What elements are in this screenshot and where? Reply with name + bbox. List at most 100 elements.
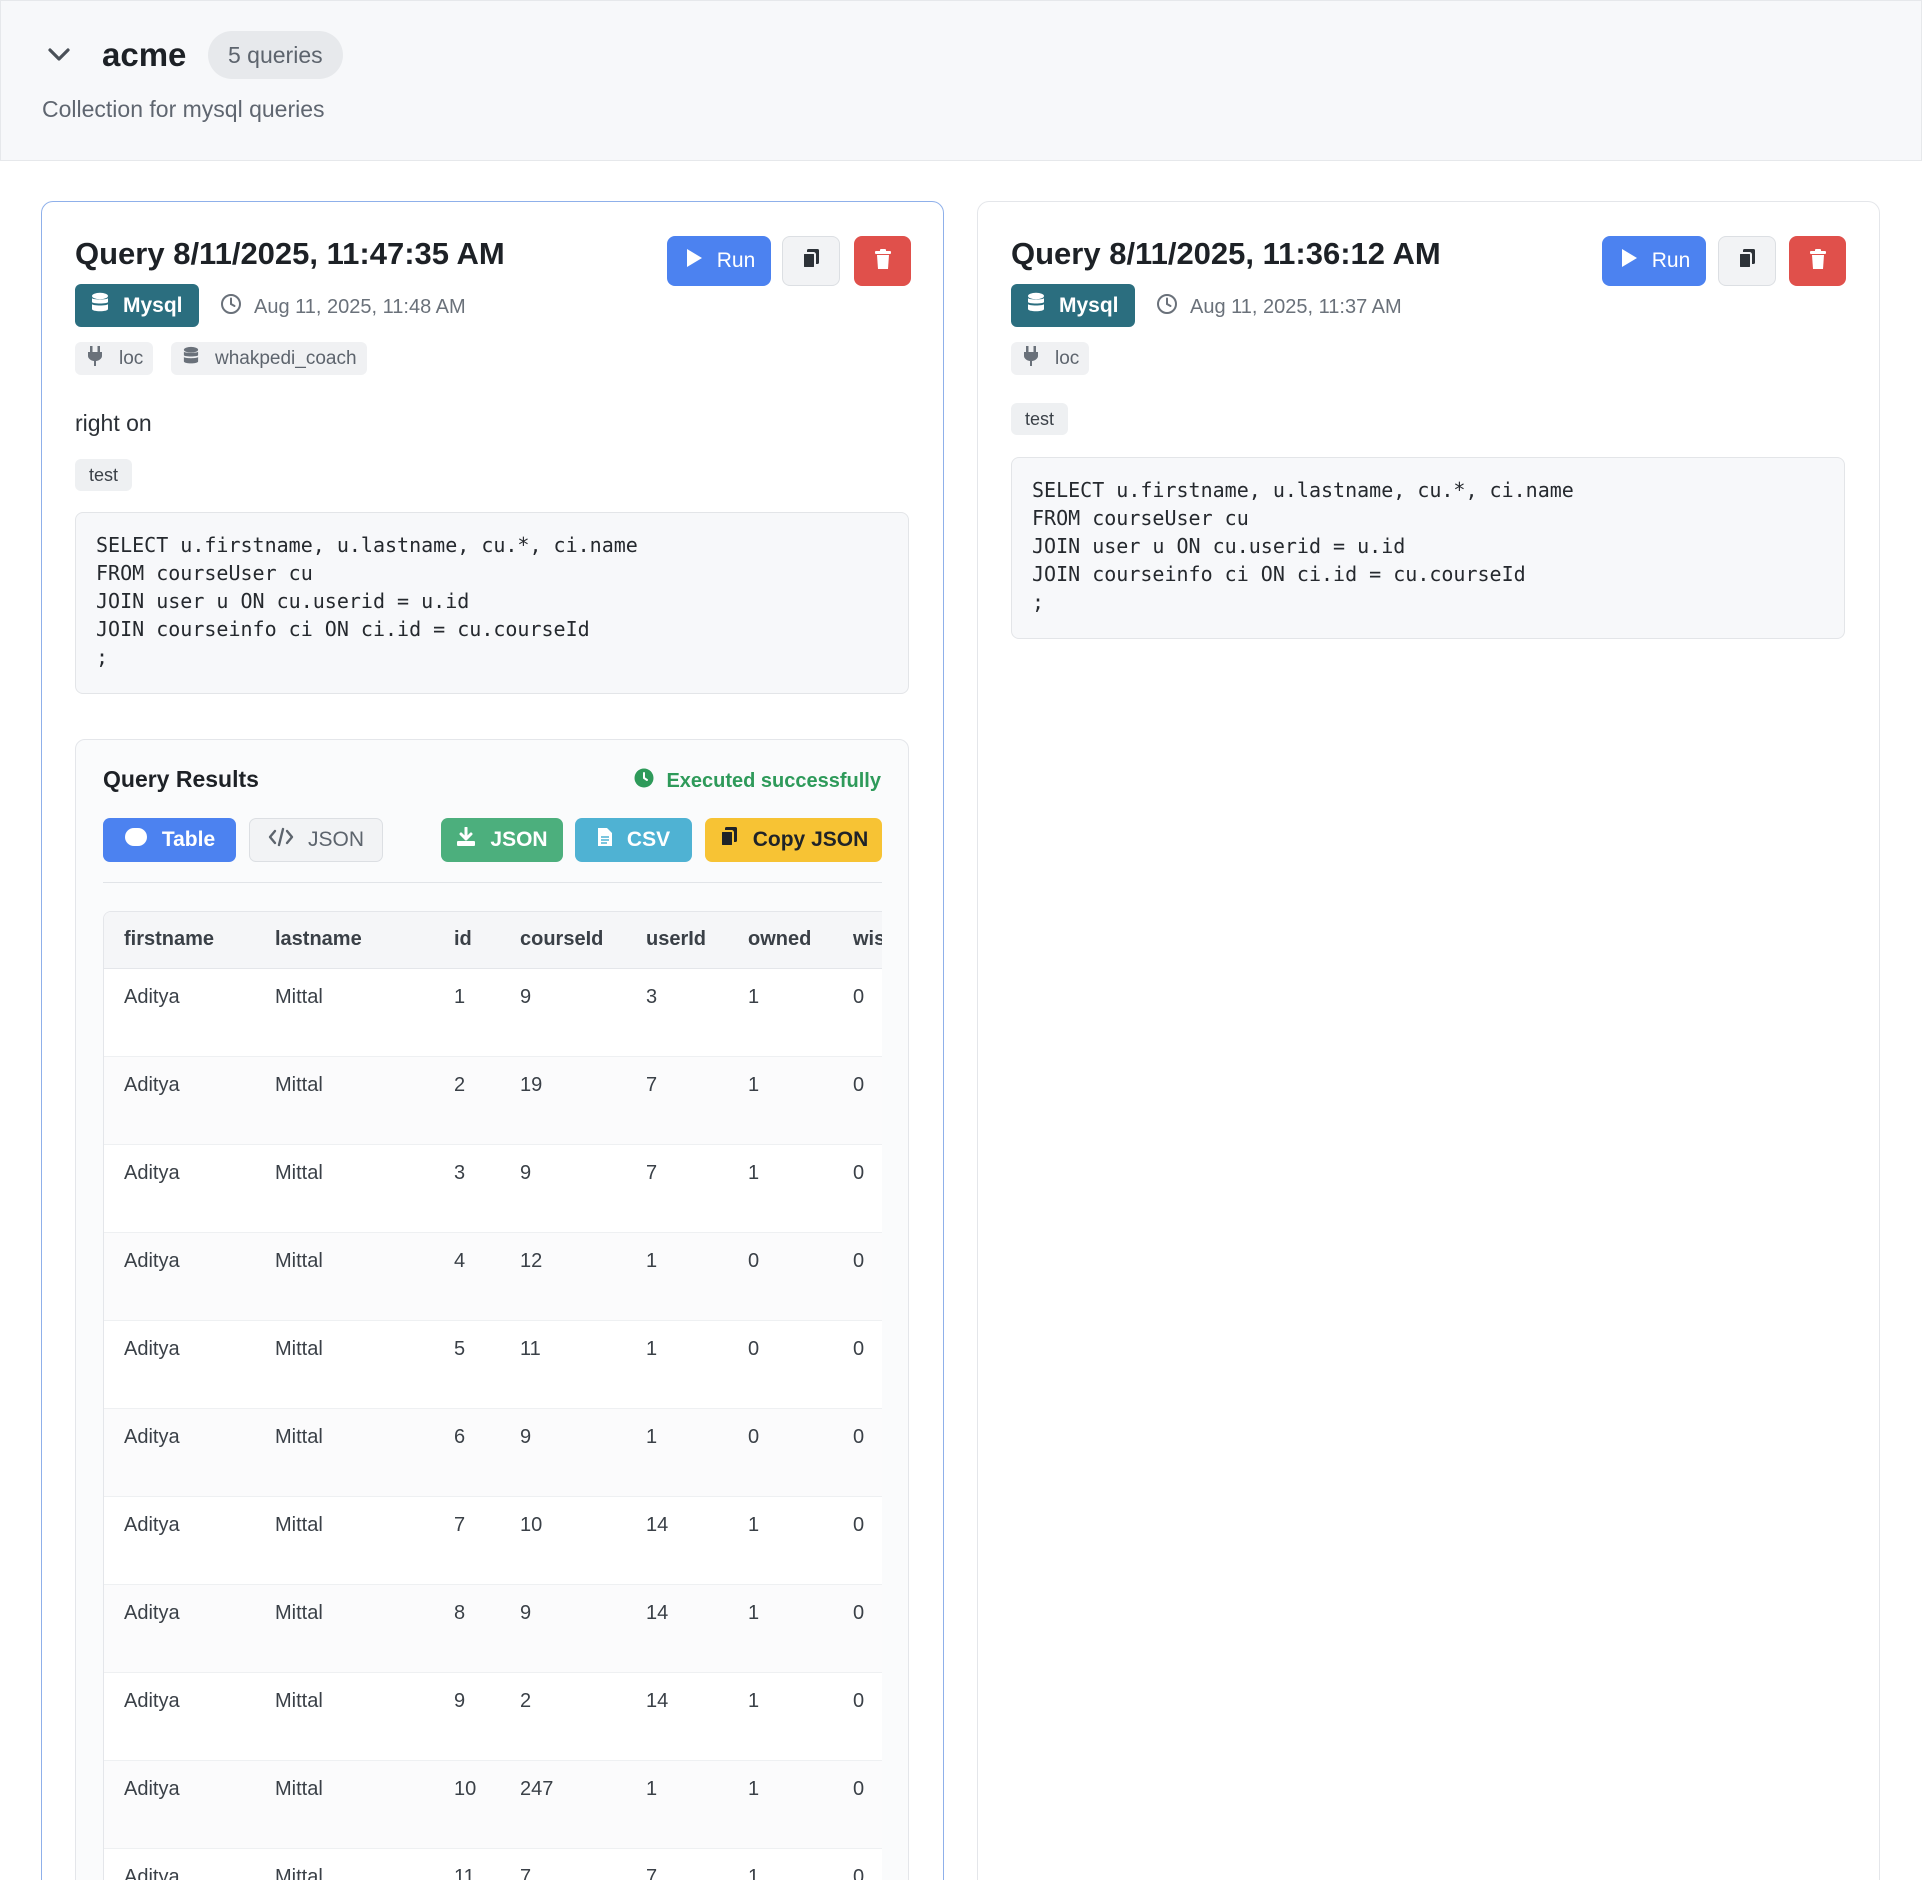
table-cell: 0 <box>833 1672 882 1761</box>
table-cell: 11 <box>434 1848 500 1880</box>
database-label: whakpedi_coach <box>215 347 357 369</box>
table-cell: Aditya <box>104 1232 255 1321</box>
table-cell: Mittal <box>255 1760 434 1849</box>
download-json-label: JSON <box>490 828 548 851</box>
view-json-button[interactable]: JSON <box>249 818 383 862</box>
table-cell: 7 <box>500 1848 626 1880</box>
table-cell: 1 <box>728 1760 833 1849</box>
table-row[interactable]: Aditya Mittal 6 9 1 0 0 <box>104 1408 882 1497</box>
db-type-badge: Mysql <box>1011 284 1135 327</box>
database-chip: whakpedi_coach <box>171 342 367 375</box>
query-card: Query 8/11/2025, 11:47:35 AM Run Mysql A… <box>41 201 944 1880</box>
column-header-wis[interactable]: wis <box>833 912 882 969</box>
column-header-courseid[interactable]: courseId <box>500 912 626 969</box>
copy-json-button[interactable]: Copy JSON <box>705 818 882 862</box>
table-row[interactable]: Aditya Mittal 9 2 14 1 0 <box>104 1672 882 1761</box>
table-cell: Mittal <box>255 1584 434 1673</box>
query-card: Query 8/11/2025, 11:36:12 AM Run Mysql A… <box>977 201 1880 1880</box>
copy-button[interactable] <box>782 236 840 286</box>
query-timestamp: Aug 11, 2025, 11:37 AM <box>1156 293 1402 321</box>
column-header-id[interactable]: id <box>434 912 500 969</box>
table-cell: 5 <box>434 1320 500 1409</box>
chevron-down-icon[interactable] <box>45 41 73 69</box>
table-cell: 0 <box>833 1848 882 1880</box>
column-header-firstname[interactable]: firstname <box>104 912 255 969</box>
table-cell: Mittal <box>255 1672 434 1761</box>
table-row[interactable]: Aditya Mittal 7 10 14 1 0 <box>104 1496 882 1585</box>
table-cell: 0 <box>728 1408 833 1497</box>
table-cell: 1 <box>728 1848 833 1880</box>
query-tag[interactable]: test <box>75 459 133 491</box>
table-row[interactable]: Aditya Mittal 3 9 7 1 0 <box>104 1144 882 1233</box>
table-cell: Mittal <box>255 1408 434 1497</box>
table-cell: 10 <box>434 1760 500 1849</box>
table-icon <box>124 827 148 853</box>
table-cell: 247 <box>500 1760 626 1849</box>
sql-code-block[interactable]: SELECT u.firstname, u.lastname, cu.*, ci… <box>1011 457 1845 639</box>
delete-button[interactable] <box>1789 236 1846 286</box>
query-timestamp: Aug 11, 2025, 11:48 AM <box>220 293 466 321</box>
timestamp-text: Aug 11, 2025, 11:37 AM <box>1190 295 1402 318</box>
table-cell: Mittal <box>255 1232 434 1321</box>
run-button[interactable]: Run <box>667 236 771 286</box>
table-cell: 1 <box>728 1496 833 1585</box>
table-cell: 1 <box>626 1232 728 1321</box>
table-cell: 14 <box>626 1496 728 1585</box>
download-csv-label: CSV <box>626 828 671 851</box>
table-cell: 4 <box>434 1232 500 1321</box>
table-cell: Aditya <box>104 1056 255 1145</box>
copy-icon <box>1737 248 1757 275</box>
table-cell: 7 <box>626 1144 728 1233</box>
plug-icon <box>1023 345 1039 372</box>
table-row[interactable]: Aditya Mittal 10 247 1 1 0 <box>104 1760 882 1849</box>
table-row[interactable]: Aditya Mittal 11 7 7 1 0 <box>104 1848 882 1880</box>
query-tag[interactable]: test <box>1011 403 1069 435</box>
column-header-lastname[interactable]: lastname <box>255 912 434 969</box>
column-header-userid[interactable]: userId <box>626 912 728 969</box>
download-csv-button[interactable]: CSV <box>575 818 692 862</box>
table-cell: Aditya <box>104 1760 255 1849</box>
copy-button[interactable] <box>1718 236 1776 286</box>
table-cell: Aditya <box>104 1496 255 1585</box>
results-table-container[interactable]: firstname lastname id courseId userId ow… <box>103 911 882 1880</box>
view-json-label: JSON <box>307 828 364 851</box>
table-row[interactable]: Aditya Mittal 1 9 3 1 0 <box>104 968 882 1057</box>
table-cell: 1 <box>626 1408 728 1497</box>
run-button-label: Run <box>1651 249 1691 272</box>
table-cell: Aditya <box>104 1584 255 1673</box>
table-row[interactable]: Aditya Mittal 2 19 7 1 0 <box>104 1056 882 1145</box>
table-cell: 0 <box>833 1584 882 1673</box>
copy-icon <box>801 248 821 275</box>
table-row[interactable]: Aditya Mittal 8 9 14 1 0 <box>104 1584 882 1673</box>
table-cell: Mittal <box>255 968 434 1057</box>
table-cell: Mittal <box>255 1056 434 1145</box>
table-cell: Mittal <box>255 1144 434 1233</box>
table-cell: 11 <box>500 1320 626 1409</box>
clock-icon <box>220 293 242 321</box>
table-cell: 2 <box>434 1056 500 1145</box>
table-cell: 7 <box>626 1056 728 1145</box>
table-cell: 0 <box>728 1232 833 1321</box>
table-row[interactable]: Aditya Mittal 4 12 1 0 0 <box>104 1232 882 1321</box>
connection-chip: loc <box>1011 342 1090 375</box>
sql-code-block[interactable]: SELECT u.firstname, u.lastname, cu.*, ci… <box>75 512 909 694</box>
table-cell: 1 <box>728 1056 833 1145</box>
copy-icon <box>719 826 739 854</box>
execution-status: Executed successfully <box>634 768 881 794</box>
download-json-button[interactable]: JSON <box>441 818 563 862</box>
table-row[interactable]: Aditya Mittal 5 11 1 0 0 <box>104 1320 882 1409</box>
table-cell: Aditya <box>104 968 255 1057</box>
code-icon <box>268 827 294 853</box>
database-icon <box>1027 292 1045 320</box>
run-button[interactable]: Run <box>1602 236 1706 286</box>
view-table-button[interactable]: Table <box>103 818 236 862</box>
table-cell: 9 <box>434 1672 500 1761</box>
delete-button[interactable] <box>854 236 911 286</box>
copy-json-label: Copy JSON <box>752 828 869 851</box>
table-cell: 0 <box>833 1496 882 1585</box>
execution-status-text: Executed successfully <box>666 769 881 792</box>
column-header-owned[interactable]: owned <box>728 912 833 969</box>
table-cell: 1 <box>728 1672 833 1761</box>
table-cell: 10 <box>500 1496 626 1585</box>
results-table: firstname lastname id courseId userId ow… <box>104 912 882 1880</box>
